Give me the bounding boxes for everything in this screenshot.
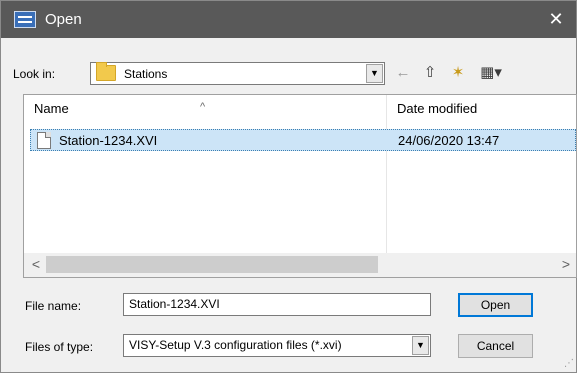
file-icon bbox=[37, 132, 51, 149]
folder-icon bbox=[96, 62, 116, 81]
app-window-icon bbox=[14, 11, 36, 28]
resize-grip-icon[interactable]: ⋰ bbox=[564, 358, 574, 369]
back-arrow-icon[interactable]: ← bbox=[393, 63, 413, 83]
file-name-cell: Station-1234.XVI bbox=[59, 133, 158, 148]
file-type-dropdown-button[interactable]: ▼ bbox=[412, 336, 429, 355]
view-menu-icon[interactable]: ▦▾ bbox=[475, 63, 507, 83]
close-icon: ✕ bbox=[548, 9, 564, 29]
file-type-value: VISY-Setup V.3 configuration files (*.xv… bbox=[129, 338, 342, 352]
sort-ascending-icon: ^ bbox=[200, 101, 206, 113]
title-bar[interactable]: Open ✕ bbox=[1, 1, 576, 38]
file-row[interactable]: Station-1234.XVI 24/06/2020 13:47 bbox=[30, 129, 576, 151]
new-folder-icon[interactable]: ✶ bbox=[447, 63, 469, 83]
file-date-cell: 24/06/2020 13:47 bbox=[398, 133, 500, 148]
column-header-date-label: Date modified bbox=[397, 101, 478, 116]
look-in-value: Stations bbox=[124, 67, 168, 81]
chevron-down-icon: ▼ bbox=[370, 68, 379, 78]
file-name-input[interactable]: Station-1234.XVI bbox=[123, 293, 431, 316]
window-title: Open bbox=[45, 11, 82, 28]
file-type-select[interactable]: VISY-Setup V.3 configuration files (*.xv… bbox=[123, 334, 431, 357]
horizontal-scrollbar[interactable]: < > bbox=[24, 253, 576, 277]
scroll-left-icon[interactable]: < bbox=[26, 253, 46, 277]
file-type-label: Files of type: bbox=[25, 340, 94, 354]
chevron-down-icon: ▼ bbox=[416, 340, 425, 350]
open-button[interactable]: Open bbox=[458, 293, 533, 317]
close-button[interactable]: ✕ bbox=[544, 8, 568, 32]
file-name-label: File name: bbox=[25, 299, 82, 313]
up-folder-icon[interactable]: ⇧ bbox=[419, 63, 441, 83]
column-divider bbox=[386, 95, 387, 253]
file-list[interactable]: Name ^ Date modified Station-1234.XVI 24… bbox=[23, 94, 577, 278]
look-in-label: Look in: bbox=[13, 67, 56, 81]
scrollbar-thumb[interactable] bbox=[46, 256, 378, 273]
scroll-right-icon[interactable]: > bbox=[556, 253, 576, 277]
look-in-combo[interactable]: Stations ▼ bbox=[90, 62, 385, 85]
column-header-name-label: Name bbox=[34, 101, 69, 116]
look-in-dropdown-button[interactable]: ▼ bbox=[366, 64, 383, 83]
open-dialog: Open ✕ Look in: Stations ▼ ← ⇧ ✶ ▦▾ Name… bbox=[0, 0, 577, 373]
column-header-date[interactable]: Date modified bbox=[387, 95, 576, 123]
cancel-button[interactable]: Cancel bbox=[458, 334, 533, 358]
column-header-name[interactable]: Name ^ bbox=[24, 95, 385, 123]
